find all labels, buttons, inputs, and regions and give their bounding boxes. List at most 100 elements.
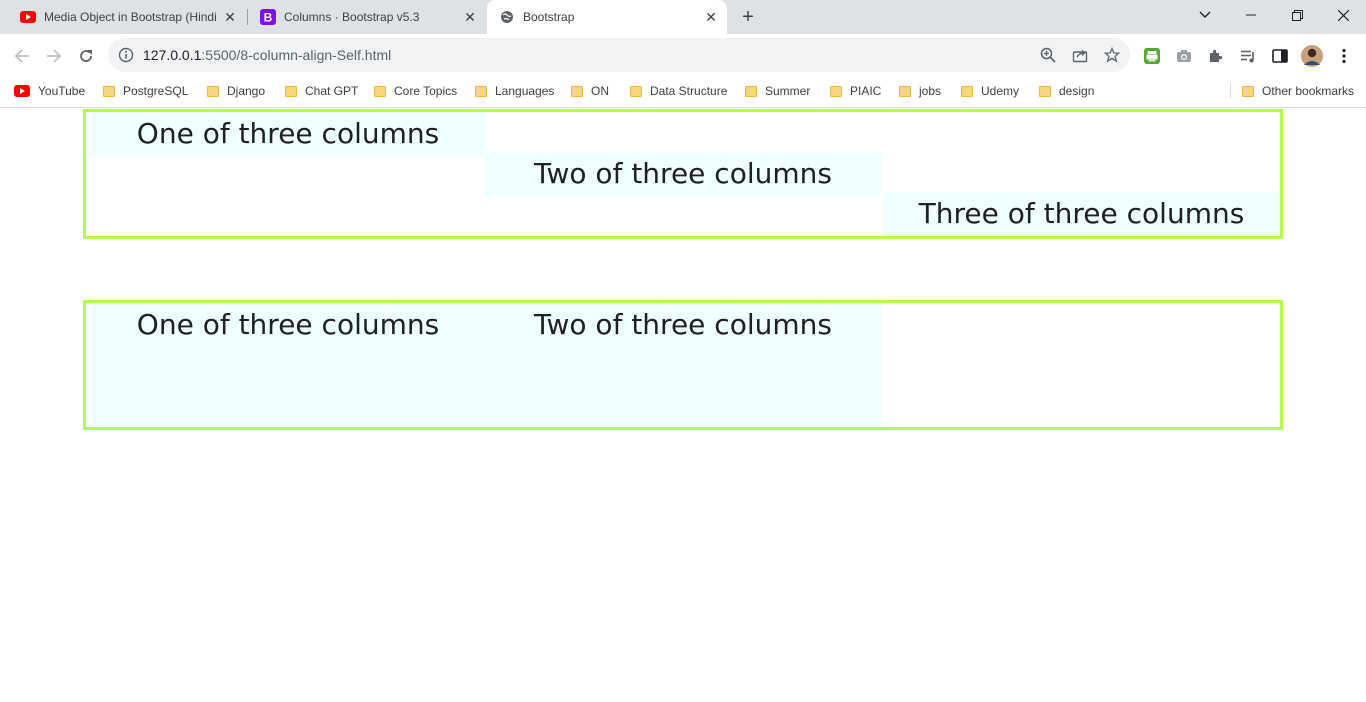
url-path: :5500/8-column-align-Self.html bbox=[201, 47, 392, 63]
column-three: Three of three columns bbox=[883, 192, 1280, 236]
reload-icon bbox=[80, 50, 92, 62]
tab-search-button[interactable] bbox=[1182, 0, 1228, 30]
printer-icon bbox=[1144, 48, 1160, 64]
url-host: 127.0.0.1 bbox=[143, 47, 202, 63]
bookmark-folder-on[interactable]: ON bbox=[571, 77, 609, 105]
row-align-self: One of three columns Two of three column… bbox=[83, 109, 1283, 239]
tab-bootstrap[interactable]: Bootstrap ✕ bbox=[487, 0, 727, 34]
menu-button[interactable] bbox=[1330, 42, 1358, 70]
arrow-right-icon bbox=[47, 49, 62, 63]
bookmark-folder-languages[interactable]: Languages bbox=[475, 77, 554, 105]
profile-button[interactable] bbox=[1298, 42, 1326, 70]
bookmark-folder-data-structure[interactable]: Data Structure bbox=[630, 77, 727, 105]
tab-title: Media Object in Bootstrap (Hindi bbox=[44, 10, 217, 24]
bookmark-folder-chat-gpt[interactable]: Chat GPT bbox=[285, 77, 358, 105]
tab-title: Columns · Bootstrap v5.3 bbox=[284, 10, 420, 24]
url-text[interactable]: 127.0.0.1:5500/8-column-align-Self.html bbox=[143, 38, 391, 72]
bookmark-folder-postgresql[interactable]: PostgreSQL bbox=[103, 77, 188, 105]
restore-button[interactable] bbox=[1274, 0, 1320, 30]
tab-media-object[interactable]: Media Object in Bootstrap (Hindi ✕ bbox=[8, 0, 246, 34]
bookmark-folder-core-topics[interactable]: Core Topics bbox=[374, 77, 457, 105]
bookmark-youtube[interactable]: YouTube bbox=[14, 77, 85, 105]
bookmark-label: Languages bbox=[495, 84, 555, 98]
extensions-button[interactable] bbox=[1202, 42, 1230, 70]
bookmark-folder-udemy[interactable]: Udemy bbox=[961, 77, 1019, 105]
bookmark-label: PIAIC bbox=[850, 84, 882, 98]
bookmark-label: ON bbox=[591, 84, 609, 98]
reload-button[interactable] bbox=[72, 42, 100, 70]
bookmark-folder-piaic[interactable]: PIAIC bbox=[830, 77, 881, 105]
youtube-icon bbox=[14, 85, 30, 97]
close-icon[interactable]: ✕ bbox=[462, 9, 478, 25]
share-icon[interactable] bbox=[1072, 47, 1088, 63]
folder-icon bbox=[1039, 85, 1051, 97]
bookmark-label: Summer bbox=[765, 84, 811, 98]
folder-icon bbox=[630, 85, 642, 97]
youtube-icon bbox=[20, 9, 36, 25]
bookmark-folder-jobs[interactable]: jobs bbox=[899, 77, 941, 105]
avatar bbox=[1301, 45, 1323, 67]
arrow-left-icon bbox=[14, 49, 29, 63]
puzzle-icon bbox=[1210, 49, 1223, 62]
playlist-icon bbox=[1241, 50, 1254, 63]
forward-button[interactable] bbox=[40, 42, 68, 70]
bookmark-folder-summer[interactable]: Summer bbox=[745, 77, 810, 105]
column-two: Two of three columns bbox=[484, 152, 882, 196]
bookmark-folder-other-bookmarks[interactable]: Other bookmarks bbox=[1242, 77, 1354, 105]
bookmark-label: PostgreSQL bbox=[123, 84, 189, 98]
close-icon[interactable]: ✕ bbox=[222, 9, 238, 25]
star-icon[interactable] bbox=[1104, 47, 1120, 63]
bookmark-label: Other bookmarks bbox=[1262, 84, 1355, 98]
minimize-button[interactable] bbox=[1228, 0, 1274, 30]
close-icon[interactable]: ✕ bbox=[703, 9, 719, 25]
folder-icon bbox=[830, 85, 842, 97]
bookmark-folder-django[interactable]: Django bbox=[207, 77, 265, 105]
side-panel-button[interactable] bbox=[1266, 42, 1294, 70]
close-window-button[interactable] bbox=[1320, 0, 1366, 30]
folder-icon bbox=[571, 85, 583, 97]
info-icon[interactable] bbox=[118, 47, 134, 63]
bootstrap-icon: B bbox=[260, 9, 276, 25]
minimize-icon bbox=[1246, 14, 1256, 16]
address-bar[interactable]: 127.0.0.1:5500/8-column-align-Self.html bbox=[108, 38, 1130, 72]
bookmark-label: Core Topics bbox=[394, 84, 458, 98]
browser-toolbar: 127.0.0.1:5500/8-column-align-Self.html bbox=[0, 34, 1366, 77]
bookmark-label: Chat GPT bbox=[305, 84, 359, 98]
bookmark-label: Udemy bbox=[981, 84, 1020, 98]
camera-icon bbox=[1177, 50, 1191, 62]
bookmark-folder-design[interactable]: design bbox=[1039, 77, 1094, 105]
extension-printer-button[interactable] bbox=[1138, 42, 1166, 70]
tab-strip: Media Object in Bootstrap (Hindi ✕ B Col… bbox=[0, 0, 1366, 34]
bookmark-label: design bbox=[1059, 84, 1095, 98]
folder-icon bbox=[207, 85, 219, 97]
folder-icon bbox=[285, 85, 297, 97]
zoom-icon[interactable] bbox=[1040, 47, 1056, 63]
folder-icon bbox=[961, 85, 973, 97]
back-button[interactable] bbox=[8, 42, 36, 70]
globe-icon bbox=[499, 9, 515, 25]
bookmark-label: Django bbox=[227, 84, 266, 98]
row-stretch: One of three columns Two of three column… bbox=[83, 300, 1283, 430]
folder-icon bbox=[899, 85, 911, 97]
bookmarks-divider bbox=[1230, 83, 1231, 99]
folder-icon bbox=[103, 85, 115, 97]
folder-icon bbox=[374, 85, 386, 97]
kebab-menu-icon bbox=[1342, 48, 1346, 64]
bookmark-label: YouTube bbox=[38, 84, 86, 98]
folder-icon bbox=[745, 85, 757, 97]
media-control-button[interactable] bbox=[1234, 42, 1262, 70]
folder-icon bbox=[1242, 85, 1254, 97]
new-tab-button[interactable]: + bbox=[738, 6, 758, 28]
camera-button[interactable] bbox=[1170, 42, 1198, 70]
bookmark-label: jobs bbox=[919, 84, 942, 98]
folder-icon bbox=[475, 85, 487, 97]
tab-columns-bootstrap[interactable]: B Columns · Bootstrap v5.3 ✕ bbox=[248, 0, 486, 34]
bookmark-label: Data Structure bbox=[650, 84, 728, 98]
restore-icon bbox=[1291, 9, 1303, 21]
svg-text:B: B bbox=[264, 11, 273, 25]
chevron-down-icon bbox=[1199, 11, 1211, 18]
side-panel-icon bbox=[1272, 49, 1288, 63]
column-two: Two of three columns bbox=[484, 303, 882, 427]
tab-title: Bootstrap bbox=[523, 10, 575, 24]
bookmarks-bar: YouTube PostgreSQL Django Chat GPT Core … bbox=[0, 77, 1366, 108]
